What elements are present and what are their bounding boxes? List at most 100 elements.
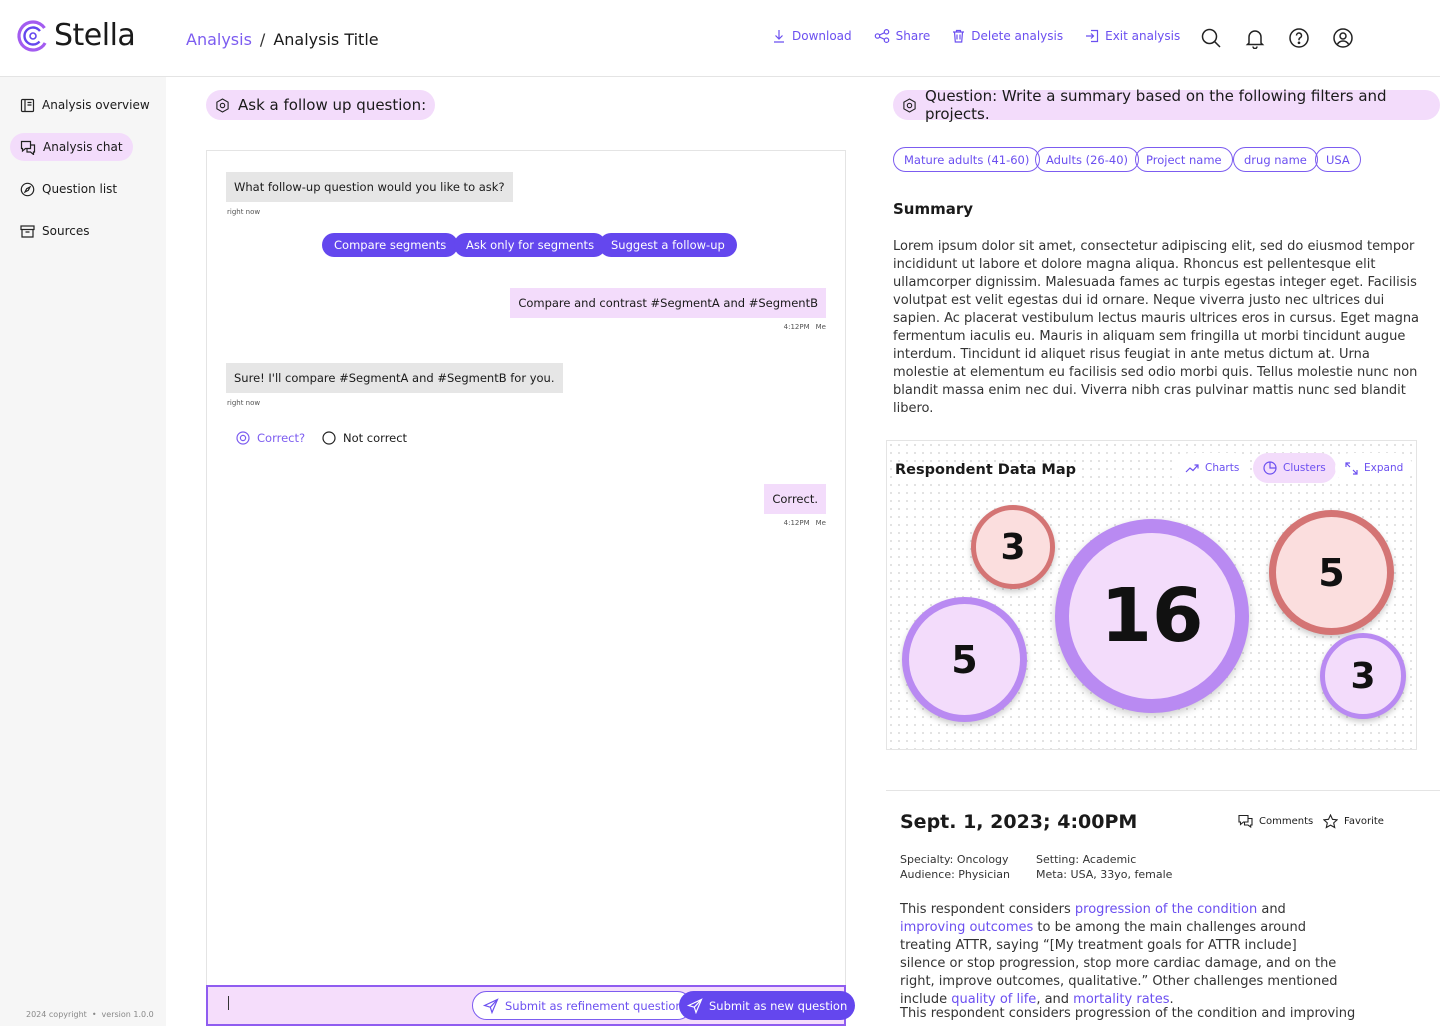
not-correct-radio[interactable]: Not correct [322,431,407,445]
hexagon-icon [902,97,917,113]
expand-icon [1345,461,1358,475]
download-label: Download [792,29,852,43]
help-icon[interactable] [1288,27,1310,49]
correct-label: Correct? [257,431,306,445]
highlight-link[interactable]: progression of the condition [1075,902,1257,917]
breadcrumb: Analysis / Analysis Title [186,30,379,49]
submit-new-question-button[interactable]: Submit as new question [679,991,856,1020]
trash-icon [952,29,965,43]
brand-name: Stella [54,18,136,53]
pie-chart-icon [1263,461,1277,475]
message-sender: Me [815,519,826,527]
breadcrumb-current: Analysis Title [273,30,379,49]
message-sender: Me [815,323,826,331]
delete-analysis-button[interactable]: Delete analysis [952,29,1063,43]
message-time: right now [227,399,261,407]
sidebar-footer: 2024 copyright • version 1.0.0 [26,1010,154,1019]
message-meta: 4:12PM Me [784,519,826,527]
sidebar-item-label: Analysis chat [43,140,123,154]
user-icon[interactable] [1332,27,1354,49]
respondent-data-map: Respondent Data Map Charts Clusters Expa… [886,440,1417,750]
text-segment: This respondent considers [900,902,1075,917]
bot-message: Sure! I'll compare #SegmentA and #Segmen… [226,363,563,393]
question-heading: Question: Write a summary based on the f… [893,87,1440,123]
radio-empty-icon [322,431,336,445]
cluster-bubble[interactable]: 16 [1055,519,1249,713]
filter-tag[interactable]: drug name [1233,147,1318,172]
chat-panel: What follow-up question would you like t… [206,150,846,1026]
submit-refinement-label: Submit as refinement question [505,998,683,1013]
user-message: Correct. [764,484,826,514]
header-icons [1200,27,1354,49]
header-actions: Download Share Delete analysis Exit anal… [772,29,1180,43]
hexagon-icon [215,97,230,113]
send-icon [483,997,499,1014]
download-icon [772,29,786,43]
respondent-text-2: This respondent considers progression of… [900,1006,1356,1021]
comments-button[interactable]: Comments [1238,814,1313,828]
send-icon [687,997,703,1014]
specialty: Specialty: Oncology [900,853,1009,866]
share-button[interactable]: Share [874,29,930,43]
book-icon [20,98,35,113]
audience: Audience: Physician [900,868,1011,881]
cluster-bubble[interactable]: 5 [902,597,1027,722]
submit-refinement-button[interactable]: Submit as refinement question [472,991,692,1020]
cluster-bubble[interactable]: 3 [1320,633,1406,719]
charts-tab[interactable]: Charts [1175,453,1250,483]
charts-label: Charts [1205,462,1240,474]
ask-only-segments-button[interactable]: Ask only for segments [454,233,607,257]
cluster-bubble[interactable]: 3 [971,505,1055,589]
favorite-label: Favorite [1344,816,1384,827]
radio-selected-icon [236,431,250,445]
sidebar-item-analysis-chat[interactable]: Analysis chat [10,133,133,161]
sidebar-item-question-list[interactable]: Question list [10,175,127,203]
respondent-meta-right: Setting: Academic Meta: USA, 33yo, femal… [1036,852,1172,882]
breadcrumb-analysis-link[interactable]: Analysis [186,30,252,49]
exit-analysis-button[interactable]: Exit analysis [1085,29,1180,43]
text-segment: and [1257,902,1286,917]
message-time: 4:12PM [783,323,810,331]
correct-radio[interactable]: Correct? [236,431,305,445]
filter-tag[interactable]: USA [1315,147,1361,172]
chat-input-bar[interactable]: Submit as refinement question Submit as … [206,985,856,1026]
filter-tag[interactable]: Mature adults (41-60) [893,147,1041,172]
favorite-button[interactable]: Favorite [1323,814,1384,829]
bot-message: What follow-up question would you like t… [226,172,513,202]
breadcrumb-separator: / [259,30,266,49]
cluster-bubble[interactable]: 5 [1269,510,1394,635]
text-cursor [228,996,229,1010]
message-time: right now [227,208,261,216]
exit-icon [1085,29,1099,43]
follow-up-heading-text: Ask a follow up question: [238,96,427,114]
highlight-link[interactable]: improving outcomes [900,920,1033,935]
summary-title: Summary [893,200,974,218]
clusters-label: Clusters [1283,462,1326,474]
not-correct-label: Not correct [343,431,408,445]
message-meta: 4:12PM Me [784,323,826,331]
download-button[interactable]: Download [772,29,852,43]
compare-segments-button[interactable]: Compare segments [322,233,459,257]
bell-icon[interactable] [1244,27,1266,49]
user-message: Compare and contrast #SegmentA and #Segm… [510,288,826,318]
filter-tag[interactable]: Project name [1135,147,1233,172]
compass-icon [20,182,35,197]
share-icon [874,29,890,43]
delete-label: Delete analysis [971,29,1064,43]
copyright: 2024 copyright [26,1010,87,1019]
logo[interactable]: Stella [16,18,136,53]
question-heading-text: Question: Write a summary based on the f… [925,87,1387,123]
expand-tab[interactable]: Expand [1335,453,1414,483]
sidebar-item-analysis-overview[interactable]: Analysis overview [10,91,160,119]
filter-tag[interactable]: Adults (26-40) [1035,147,1139,172]
chat-icon [20,140,36,155]
app-header: Stella Analysis / Analysis Title Downloa… [0,0,1440,77]
suggest-follow-up-button[interactable]: Suggest a follow-up [599,233,737,257]
clusters-tab[interactable]: Clusters [1253,453,1336,483]
archive-icon [20,224,35,239]
exit-label: Exit analysis [1105,29,1181,43]
comments-icon [1238,814,1253,828]
sidebar-item-sources[interactable]: Sources [10,217,99,245]
search-icon[interactable] [1200,27,1222,49]
respondent-meta-left: Specialty: Oncology Audience: Physician [900,852,1010,882]
